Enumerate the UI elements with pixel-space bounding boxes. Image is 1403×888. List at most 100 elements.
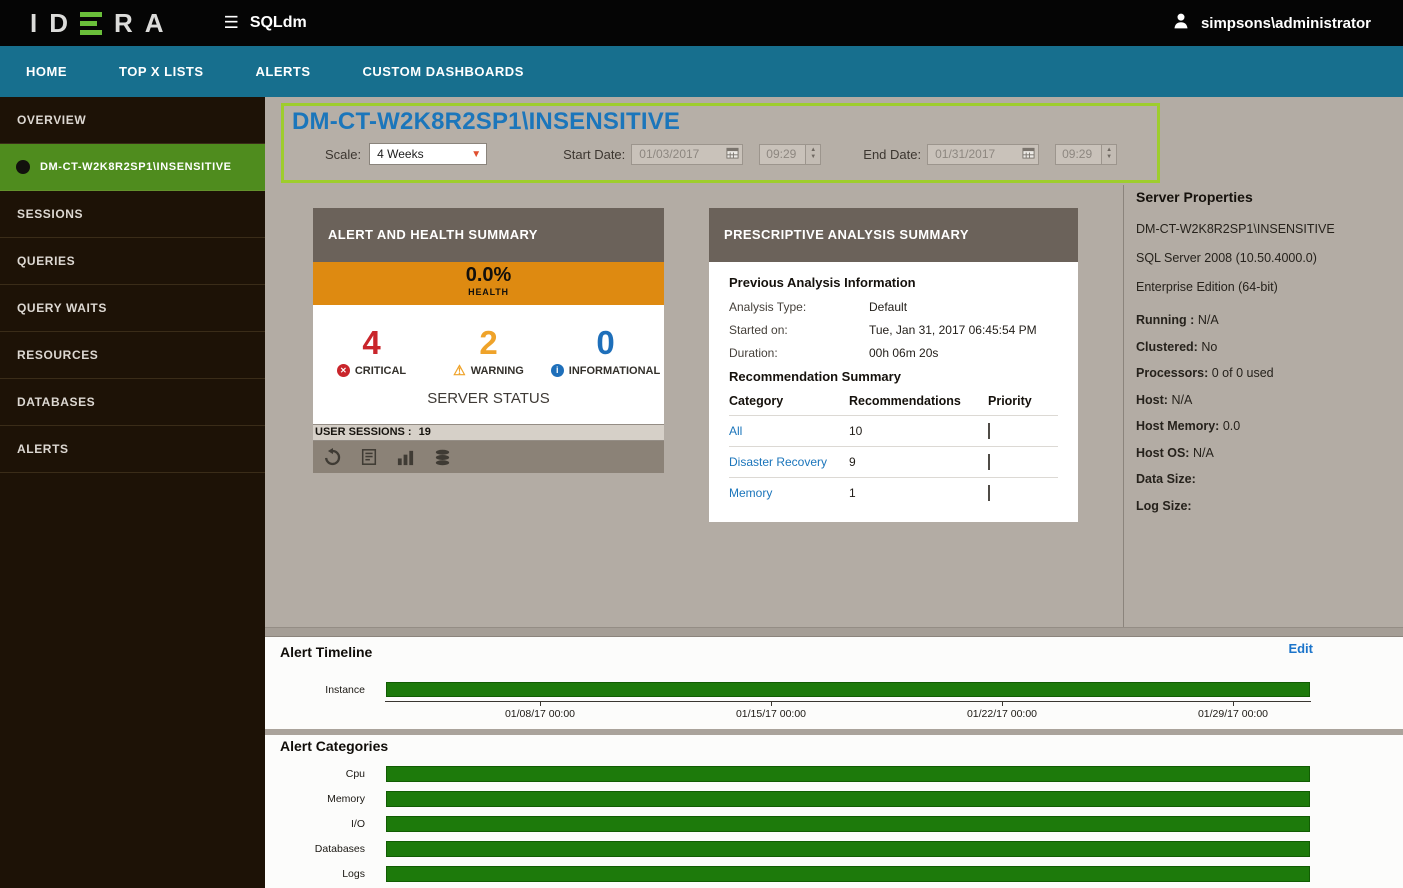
priority-bar	[988, 454, 990, 470]
sidebar-item-queries[interactable]: QUERIES	[0, 238, 265, 285]
menu-icon[interactable]: ☰	[224, 13, 239, 33]
warning-label: WARNING	[471, 365, 524, 377]
report-icon[interactable]	[360, 448, 378, 466]
previous-analysis-heading: Previous Analysis Information	[729, 275, 1058, 290]
refresh-icon[interactable]	[323, 448, 342, 467]
analysis-type-value: Default	[869, 300, 907, 314]
duration-row: Duration: 00h 06m 20s	[729, 346, 1058, 360]
stepper-down-icon: ▼	[810, 154, 816, 161]
priority-column-header: Priority	[988, 394, 1058, 408]
started-on-value: Tue, Jan 31, 2017 06:45:54 PM	[869, 323, 1037, 337]
sidebar-item-databases[interactable]: DATABASES	[0, 379, 265, 426]
category-link-disaster-recovery[interactable]: Disaster Recovery	[729, 455, 849, 469]
start-time-stepper[interactable]: ▲ ▼	[806, 144, 821, 165]
server-property-processors: Processors: 0 of 0 used	[1136, 366, 1398, 380]
topbar: ID RA ☰ SQLdm simpsons\administrator	[0, 0, 1403, 46]
user-sessions-strip: USER SESSIONS : 19	[313, 424, 664, 441]
end-time-value: 09:29	[1062, 147, 1092, 161]
end-time-stepper[interactable]: ▲ ▼	[1102, 144, 1117, 165]
main-content: DM-CT-W2K8R2SP1\INSENSITIVE Scale: 4 Wee…	[265, 97, 1403, 627]
server-properties-panel: Server Properties DM-CT-W2K8R2SP1\INSENS…	[1136, 189, 1398, 525]
category-bar-memory[interactable]	[386, 791, 1310, 807]
user-sessions-value: 19	[419, 425, 431, 440]
main-nav: HOME TOP X LISTS ALERTS CUSTOM DASHBOARD…	[0, 46, 1403, 97]
horizontal-divider	[265, 627, 1403, 637]
app-name: SQLdm	[250, 14, 307, 32]
scale-select[interactable]: 4 Weeks ▼	[369, 143, 487, 165]
alert-charts-section: Alert Timeline Edit Instance 01/08/17 00…	[265, 637, 1403, 888]
start-date-label: Start Date:	[563, 147, 625, 162]
informational-counter[interactable]: 0 i INFORMATIONAL	[547, 325, 664, 377]
category-column-header: Category	[729, 394, 849, 408]
warning-icon: ⚠	[453, 364, 466, 377]
category-row-label: I/O	[265, 818, 365, 830]
vertical-divider	[1123, 185, 1124, 627]
sidebar-item-instance-label: DM-CT-W2K8R2SP1\INSENSITIVE	[40, 144, 232, 191]
axis-tick	[771, 701, 772, 706]
end-time-group: 09:29 ▲ ▼	[1055, 144, 1117, 165]
nav-item-alerts[interactable]: ALERTS	[229, 46, 336, 97]
category-row-label: Cpu	[265, 768, 365, 780]
duration-value: 00h 06m 20s	[869, 346, 938, 360]
table-row: All 10	[729, 415, 1058, 446]
server-property-edition: Enterprise Edition (64-bit)	[1136, 280, 1398, 294]
health-percentage: 0.0%	[313, 264, 664, 287]
sidebar-item-instance[interactable]: DM-CT-W2K8R2SP1\INSENSITIVE	[0, 144, 265, 191]
nav-item-custom-dashboards[interactable]: CUSTOM DASHBOARDS	[336, 46, 549, 97]
start-time-input[interactable]: 09:29	[759, 144, 806, 165]
category-link-all[interactable]: All	[729, 424, 849, 438]
recommendations-count: 1	[849, 486, 988, 500]
scale-label: Scale:	[325, 147, 361, 162]
timeline-axis	[385, 701, 1311, 702]
prescriptive-analysis-card: PRESCRIPTIVE ANALYSIS SUMMARY Previous A…	[709, 208, 1078, 522]
critical-icon: ✕	[337, 364, 350, 377]
server-property-log-size: Log Size:	[1136, 499, 1398, 513]
user-name: simpsons\administrator	[1201, 15, 1371, 32]
calendar-icon[interactable]	[1022, 146, 1035, 162]
page-body: OVERVIEW DM-CT-W2K8R2SP1\INSENSITIVE SES…	[0, 97, 1403, 888]
server-property-host-memory: Host Memory: 0.0	[1136, 419, 1398, 433]
chart-icon[interactable]	[396, 448, 415, 467]
idera-logo[interactable]: ID RA	[30, 8, 176, 39]
app-root: ID RA ☰ SQLdm simpsons\administrator HOM…	[0, 0, 1403, 888]
user-menu[interactable]: simpsons\administrator	[1171, 11, 1371, 35]
scale-value: 4 Weeks	[377, 147, 423, 161]
category-bar-cpu[interactable]	[386, 766, 1310, 782]
table-row: Disaster Recovery 9	[729, 446, 1058, 477]
database-icon[interactable]	[433, 448, 452, 467]
informational-label: INFORMATIONAL	[569, 365, 660, 377]
end-time-input[interactable]: 09:29	[1055, 144, 1102, 165]
sidebar-item-alerts[interactable]: ALERTS	[0, 426, 265, 473]
timeline-bar-instance[interactable]	[386, 682, 1310, 697]
critical-counter[interactable]: 4 ✕ CRITICAL	[313, 325, 430, 377]
app-menu-group: ☰ SQLdm	[224, 13, 307, 33]
logo-text-left: ID	[30, 8, 80, 39]
sidebar-item-overview[interactable]: OVERVIEW	[0, 97, 265, 144]
start-date-input[interactable]: 01/03/2017	[631, 144, 743, 165]
server-property-clustered: Clustered: No	[1136, 340, 1398, 354]
nav-item-top-x-lists[interactable]: TOP X LISTS	[93, 46, 229, 97]
calendar-icon[interactable]	[726, 146, 739, 162]
category-bar-logs[interactable]	[386, 866, 1310, 882]
priority-bar	[988, 485, 990, 501]
section-divider	[265, 729, 1403, 735]
sidebar-item-sessions[interactable]: SESSIONS	[0, 191, 265, 238]
logo-text-right: RA	[114, 8, 176, 39]
warning-counter[interactable]: 2 ⚠ WARNING	[430, 325, 547, 377]
category-bar-databases[interactable]	[386, 841, 1310, 857]
recommendations-column-header: Recommendations	[849, 394, 988, 408]
alert-summary-header: ALERT AND HEALTH SUMMARY	[313, 208, 664, 262]
category-bar-io[interactable]	[386, 816, 1310, 832]
sidebar-item-resources[interactable]: RESOURCES	[0, 332, 265, 379]
category-link-memory[interactable]: Memory	[729, 486, 849, 500]
sidebar-item-query-waits[interactable]: QUERY WAITS	[0, 285, 265, 332]
server-properties-title: Server Properties	[1136, 189, 1398, 205]
alert-counters-block: 4 ✕ CRITICAL 2 ⚠ WARNING	[313, 305, 664, 424]
info-icon: i	[551, 364, 564, 377]
alert-summary-toolbar	[313, 441, 664, 473]
edit-link[interactable]: Edit	[1288, 641, 1313, 656]
start-date-value: 01/03/2017	[639, 147, 699, 161]
nav-item-home[interactable]: HOME	[0, 46, 93, 97]
informational-count: 0	[547, 325, 664, 360]
end-date-input[interactable]: 01/31/2017	[927, 144, 1039, 165]
